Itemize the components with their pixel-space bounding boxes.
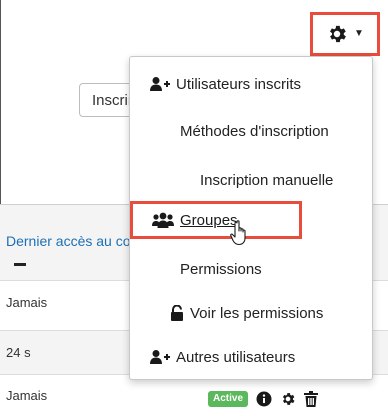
edit-settings-icon[interactable] <box>280 391 296 407</box>
gear-icon <box>330 25 346 43</box>
settings-menu-trigger[interactable]: ▼ <box>310 12 380 56</box>
menu-item-groups[interactable]: Groupes <box>130 205 322 235</box>
menu-item-label: Inscription manuelle <box>200 171 334 189</box>
trash-icon[interactable] <box>304 391 319 407</box>
status-badge: Active <box>208 391 249 407</box>
users-icon <box>152 212 174 228</box>
row-actions: Active <box>208 391 319 407</box>
last-access-cell: 24 s <box>6 345 31 360</box>
column-header-last-access[interactable]: Dernier accès au cours <box>6 233 131 249</box>
user-plus-icon <box>150 77 170 91</box>
menu-item-other-users[interactable]: Autres utilisateurs <box>130 342 388 372</box>
menu-item-label: Voir les permissions <box>190 304 324 322</box>
last-access-cell: Jamais <box>6 388 48 403</box>
last-access-cell: Jamais <box>6 295 48 310</box>
unlock-icon <box>171 305 183 321</box>
menu-item-enrolled-users[interactable]: Utilisateurs inscrits <box>130 69 388 99</box>
menu-item-enrolment-methods[interactable]: Méthodes d'inscription <box>130 116 388 146</box>
table-row: Jamais Active <box>0 374 388 416</box>
menu-item-check-permissions[interactable]: Voir les permissions <box>130 298 388 328</box>
menu-item-permissions[interactable]: Permissions <box>130 254 388 284</box>
info-icon[interactable] <box>256 391 272 407</box>
menu-item-label: Utilisateurs inscrits <box>176 75 302 93</box>
caret-down-icon: ▼ <box>354 28 364 39</box>
user-plus-icon <box>150 350 170 364</box>
menu-item-label: Méthodes d'inscription <box>180 122 329 140</box>
menu-item-label: Autres utilisateurs <box>176 348 296 366</box>
menu-item-manual-enrolment[interactable]: Inscription manuelle <box>130 165 388 195</box>
menu-item-label: Permissions <box>180 260 262 278</box>
sort-indicator <box>14 263 26 266</box>
menu-item-label: Groupes <box>180 211 238 229</box>
